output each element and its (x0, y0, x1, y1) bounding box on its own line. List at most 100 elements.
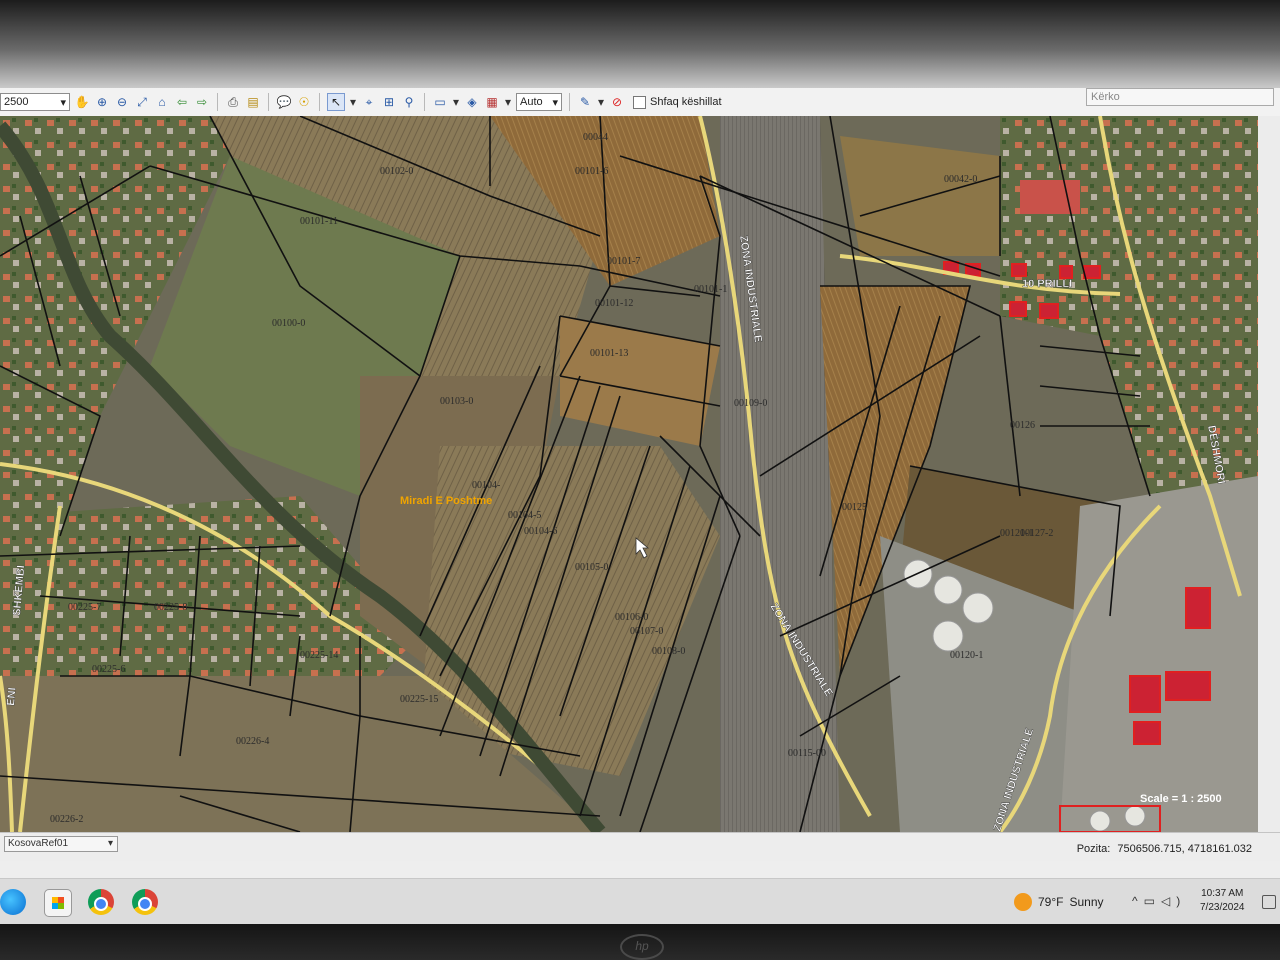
pan-select-icon[interactable]: ⊞ (381, 94, 397, 110)
toolbar-divider (424, 93, 425, 111)
parcel-label: 00101-6 (575, 166, 608, 177)
field-east-north (840, 136, 1000, 256)
map-scale-text: Scale = 1 : 2500 (1140, 793, 1222, 805)
weather-text: Sunny (1069, 895, 1104, 909)
edge-icon[interactable] (0, 889, 26, 915)
scale-select[interactable]: 2500 ▾ (0, 93, 70, 111)
back-icon[interactable]: ⇦ (174, 94, 190, 110)
export-icon[interactable]: ▤ (245, 94, 261, 110)
parcel-label: 00101-11 (300, 216, 338, 227)
chrome-center (138, 897, 152, 911)
parcel-label: 00105-0 (575, 562, 608, 573)
stop-icon[interactable]: ⊘ (609, 94, 625, 110)
parcel-label: 00101-7 (607, 256, 640, 267)
red-roof-building (1020, 180, 1080, 214)
parcel-label: 00126 (1010, 420, 1035, 431)
chrome-icon-2[interactable] (132, 889, 158, 915)
hand-icon[interactable]: ✋ (74, 94, 90, 110)
parcel-label: 00107-0 (630, 626, 663, 637)
toolbar-divider (268, 93, 269, 111)
table-icon[interactable]: ▦ (484, 94, 500, 110)
zoom-in-icon[interactable]: ⊕ (94, 94, 110, 110)
chevron-up-icon[interactable]: ^ (1132, 894, 1144, 908)
ruler-icon[interactable]: ▭ (432, 94, 448, 110)
comment-icon[interactable]: 💬 (276, 94, 292, 110)
road-label: ENI (5, 687, 19, 706)
parcel-label: 00100-0 (272, 318, 305, 329)
notification-icon[interactable] (1262, 895, 1276, 909)
map-side-panel (1258, 116, 1280, 832)
position-readout: Pozita: 7506506.715, 4718161.032 (1073, 843, 1252, 855)
forward-icon[interactable]: ⇨ (194, 94, 210, 110)
home-icon[interactable]: ⌂ (154, 94, 170, 110)
show-tips-toggle[interactable]: Shfaq këshillat (633, 95, 722, 109)
parcel-label: 00106-0 (615, 612, 648, 623)
pencil-icon[interactable]: ✎ (577, 94, 593, 110)
chevron-down-icon[interactable]: ▾ (597, 94, 605, 110)
chrome-icon[interactable] (88, 889, 114, 915)
fuel-depot (1060, 476, 1258, 832)
hp-logo: hp (620, 934, 664, 960)
zoom-extent-icon[interactable]: ⤢ (134, 94, 150, 110)
parcel-label: 00101-12 (595, 298, 633, 309)
chrome-center (94, 897, 108, 911)
parcel-label: 00125 (842, 502, 867, 513)
show-tips-checkbox[interactable] (633, 95, 646, 109)
parcel-label: 00127-2 (1020, 528, 1053, 539)
toolbar-divider (319, 93, 320, 111)
parcel-label: 00108-0 (652, 646, 685, 657)
road-label: 10 PRILLI (1022, 278, 1072, 290)
identify-icon[interactable]: ☉ (296, 94, 312, 110)
layer-value: KosovaRef01 (8, 838, 69, 849)
status-bar: KosovaRef01 ▾ Pozita: 7506506.715, 47181… (0, 832, 1280, 861)
chevron-down-icon: ▾ (107, 838, 113, 849)
measure-icon[interactable]: ⌖ (361, 94, 377, 110)
parcel-label: 00104- (472, 480, 500, 491)
volume-icon[interactable]: ◁) (1161, 894, 1186, 908)
parcel-label: 00104-6 (524, 526, 557, 537)
parcel-label: 00101-13 (590, 348, 628, 359)
position-value: 7506506.715, 4718161.032 (1117, 843, 1252, 855)
layer-select[interactable]: KosovaRef01 ▾ (4, 836, 118, 852)
sun-icon (1014, 893, 1032, 911)
print-icon[interactable]: ⎙ (225, 94, 241, 110)
store-icon[interactable] (44, 889, 72, 917)
monitor-screen: 2500 ▾ ✋ ⊕ ⊖ ⤢ ⌂ ⇦ ⇨ ⎙ ▤ 💬 ☉ ↖ ▾ ⌖ ⊞ ⚲ ▭… (0, 0, 1280, 960)
network-icon[interactable]: ▭ (1144, 894, 1161, 908)
toolbar-divider (569, 93, 570, 111)
parcel-label: 00226-4 (236, 736, 269, 747)
toolbar-divider (217, 93, 218, 111)
scale-value: 2500 (4, 96, 29, 108)
chevron-down-icon[interactable]: ▾ (504, 94, 512, 110)
store-logo (52, 897, 64, 909)
layers-icon[interactable]: ◈ (464, 94, 480, 110)
show-tips-label: Shfaq këshillat (650, 96, 722, 108)
parcel-label: 00042-0 (944, 174, 977, 185)
info-icon[interactable]: ⚲ (401, 94, 417, 110)
zoom-out-icon[interactable]: ⊖ (114, 94, 130, 110)
map-viewport[interactable]: 00102-0 00101-6 00044 00101-11 00101-7 0… (0, 116, 1258, 832)
parcel-label: 00226-2 (50, 814, 83, 825)
aerial-map: 00102-0 00101-6 00044 00101-11 00101-7 0… (0, 116, 1258, 832)
parcel-label: 00044 (583, 132, 608, 143)
clock-date: 7/23/2024 (1200, 902, 1245, 913)
place-label: Miradi E Poshtme (400, 495, 492, 507)
search-input[interactable]: Kërko (1086, 88, 1274, 106)
windows-taskbar: 79°F Sunny ^▭◁) 10:37 AM 7/23/2024 (0, 878, 1280, 925)
zoom-mode-select[interactable]: Auto ▾ (516, 93, 562, 111)
parcel-label: 00120-1 (950, 650, 983, 661)
select-arrow-icon[interactable]: ↖ (327, 93, 345, 111)
clock[interactable]: 10:37 AM 7/23/2024 (1200, 887, 1245, 915)
parcel-label: 00225-15 (400, 694, 438, 705)
clock-time: 10:37 AM (1201, 888, 1244, 899)
weather-widget[interactable]: 79°F Sunny (1014, 893, 1104, 911)
parcel-label: 00104-5 (508, 510, 541, 521)
chevron-down-icon[interactable]: ▾ (452, 94, 460, 110)
weather-temp: 79°F (1038, 895, 1064, 909)
parcel-label: 00103-0 (440, 396, 473, 407)
system-tray[interactable]: ^▭◁) (1132, 894, 1186, 908)
parcel-label: 00225-14 (300, 650, 338, 661)
chevron-down-icon[interactable]: ▾ (349, 94, 357, 110)
parcel-label: 00225-8 (154, 602, 187, 613)
parcel-label: 00225-7 (68, 602, 101, 613)
